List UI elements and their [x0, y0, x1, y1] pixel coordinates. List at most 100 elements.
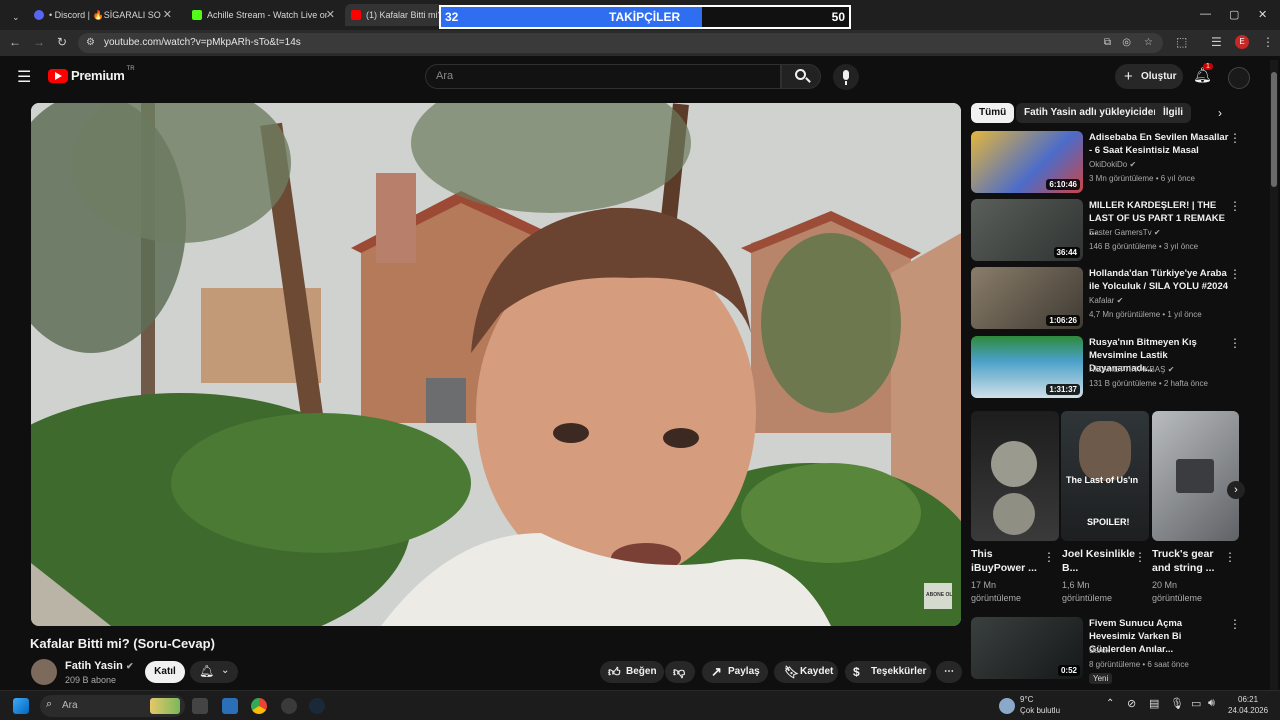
video-thumbnail[interactable]: 1:06:26 — [971, 267, 1083, 329]
url-bar[interactable]: ⚙ youtube.com/watch?v=pMkpARh-sTo&t=14s … — [78, 33, 1163, 53]
reading-list-icon[interactable]: ☰ — [1211, 35, 1222, 49]
recommendation-channel[interactable]: OkiDokiDo ✔ — [1089, 160, 1136, 169]
minimize-button[interactable]: — — [1200, 8, 1211, 20]
chevron-up-icon[interactable]: ⌃ — [1106, 698, 1114, 709]
close-tab-icon[interactable]: ✕ — [163, 8, 172, 21]
recommendation-item[interactable]: 1:31:37 Rusya'nın Bitmeyen Kış Mevsimine… — [971, 336, 1246, 400]
share-button[interactable]: ↗ Paylaş — [702, 661, 768, 683]
search-input[interactable]: Ara — [425, 64, 781, 89]
maximize-button[interactable]: ▢ — [1229, 8, 1239, 21]
channel-name[interactable]: Fatih Yasin ✔ — [65, 660, 133, 672]
site-info-icon[interactable]: ⚙ — [86, 33, 95, 53]
url-text: youtube.com/watch?v=pMkpARh-sTo&t=14s — [104, 37, 301, 48]
video-thumbnail[interactable]: 1:31:37 — [971, 336, 1083, 398]
scrollbar-thumb[interactable] — [1271, 72, 1277, 187]
more-options-icon[interactable]: ⋮ — [1229, 131, 1241, 145]
save-button[interactable]: 🔖︎ Kaydet — [774, 661, 838, 683]
short-title[interactable]: Truck's gear and string ... — [1152, 547, 1228, 575]
recommendation-channel[interactable]: Sarox — [1089, 646, 1110, 655]
logo-text: Premium — [71, 68, 125, 83]
tab-search-button[interactable]: ⌄ — [6, 6, 22, 28]
video-thumbnail[interactable]: 36:44 — [971, 199, 1083, 261]
tab-discord[interactable]: • Discord | 🔥SİGARALI SOHBET ✕ — [28, 4, 178, 26]
volume-icon[interactable]: 🔊︎ — [1208, 697, 1215, 710]
recommendation-item[interactable]: 1:06:26 Hollanda'dan Türkiye'ye Araba il… — [971, 267, 1246, 331]
share-icon: ↗ — [711, 664, 722, 679]
back-icon[interactable]: ← — [9, 35, 21, 49]
recommendation-title[interactable]: Adisebaba En Sevilen Masallar - 6 Saat K… — [1089, 131, 1229, 157]
more-options-icon[interactable]: ⋮ — [1224, 550, 1236, 564]
network-icon[interactable]: ▭ — [1191, 697, 1201, 710]
clock-date[interactable]: 24.04.2026 — [1228, 706, 1268, 715]
channel-avatar[interactable] — [31, 659, 57, 685]
more-options-icon[interactable]: ⋮ — [1043, 550, 1055, 564]
browser-menu-icon[interactable]: ⋮ — [1262, 35, 1274, 49]
short-title[interactable]: Joel Kesinlikle B... — [1062, 547, 1138, 575]
bookmark-star-icon[interactable]: ☆ — [1144, 33, 1153, 53]
steam-icon[interactable] — [309, 698, 325, 714]
recommendation-channel[interactable]: Kafalar ✔ — [1089, 296, 1123, 305]
more-actions-button[interactable]: ⋯ — [936, 661, 962, 683]
more-options-icon[interactable]: ⋮ — [1229, 617, 1241, 631]
close-window-button[interactable]: ✕ — [1258, 8, 1267, 21]
chip-all[interactable]: Tümü — [971, 103, 1015, 123]
chip-next-icon[interactable]: › — [1218, 106, 1222, 120]
reload-icon[interactable]: ↻ — [57, 35, 67, 49]
video-player[interactable]: ABONE OL — [31, 103, 961, 626]
tab-youtube[interactable]: (1) Kafalar Bitti mi? (Soru-Cevap) — [345, 4, 445, 26]
forward-icon[interactable]: → — [33, 35, 45, 49]
voice-search-button[interactable] — [833, 64, 859, 90]
app-icon[interactable] — [222, 698, 238, 714]
tray-icon[interactable]: ▤ — [1149, 697, 1159, 710]
weather-icon[interactable] — [999, 698, 1015, 714]
close-tab-icon[interactable]: ✕ — [326, 8, 335, 21]
short-thumbnail[interactable]: The Last of Us'ın SPOILER! — [1061, 411, 1149, 541]
more-options-icon[interactable]: ⋮ — [1229, 199, 1241, 213]
create-button[interactable]: + Oluştur — [1115, 64, 1183, 89]
taskbar-search[interactable]: ⌕ Ara — [40, 695, 185, 717]
microphone-icon[interactable]: 🎙︎ — [1170, 697, 1184, 710]
like-button[interactable]: 👍︎ Beğen — [600, 661, 664, 683]
recommendation-title[interactable]: Fivem Sunucu Açma Hevesimiz Varken Bi Gü… — [1089, 617, 1229, 656]
clock-time[interactable]: 06:21 — [1238, 695, 1258, 704]
recommendation-channel[interactable]: NİZAMETTİN AKBAŞ ✔ — [1089, 365, 1174, 374]
short-thumbnail[interactable] — [971, 411, 1059, 541]
notifications-button[interactable]: 🔔︎ 1 — [1193, 63, 1213, 86]
page-scrollbar[interactable] — [1270, 60, 1278, 690]
eye-off-icon[interactable]: ◎ — [1122, 33, 1131, 53]
subscription-bell-button[interactable]: 🔔︎ ⌄ — [190, 661, 238, 683]
install-icon[interactable]: ⧉ — [1104, 33, 1111, 53]
thanks-button[interactable]: $ Teşekkürler — [845, 661, 931, 683]
video-thumbnail[interactable]: 6:10:46 — [971, 131, 1083, 193]
new-badge: Yeni — [1089, 673, 1113, 684]
windows-start-icon[interactable] — [13, 698, 29, 714]
more-options-icon[interactable]: ⋮ — [1229, 336, 1241, 350]
short-title[interactable]: This iBuyPower ... — [971, 547, 1047, 575]
youtube-logo[interactable]: Premium TR — [48, 66, 135, 83]
recommendation-channel[interactable]: Easter GamersTv ✔ — [1089, 228, 1161, 237]
more-options-icon[interactable]: ⋮ — [1229, 267, 1241, 281]
join-button[interactable]: Katıl — [145, 661, 185, 683]
recommendation-title[interactable]: Hollanda'dan Türkiye'ye Araba ile Yolcul… — [1089, 267, 1229, 293]
tray-icon[interactable]: ⊘ — [1127, 697, 1136, 710]
short-thumbnail[interactable] — [1152, 411, 1239, 541]
chrome-icon[interactable] — [251, 698, 267, 714]
subscribe-watermark[interactable]: ABONE OL — [926, 592, 952, 598]
profile-avatar[interactable]: E — [1235, 35, 1249, 49]
recommendation-item[interactable]: 6:10:46 Adisebaba En Sevilen Masallar - … — [971, 131, 1246, 195]
task-view-icon[interactable] — [192, 698, 208, 714]
app-icon[interactable] — [281, 698, 297, 714]
shorts-next-button[interactable]: › — [1227, 481, 1245, 499]
recommendation-item[interactable]: 0:52 Fivem Sunucu Açma Hevesimiz Varken … — [971, 617, 1246, 684]
more-options-icon[interactable]: ⋮ — [1134, 550, 1146, 564]
video-thumbnail[interactable]: 0:52 — [971, 617, 1083, 679]
search-button[interactable] — [781, 64, 821, 89]
dislike-button[interactable]: 👎︎ — [665, 661, 695, 683]
chip-from-uploader[interactable]: Fatih Yasin adlı yükleyiciden — [1016, 103, 1168, 123]
hamburger-menu-icon[interactable]: ☰ — [17, 67, 31, 87]
recommendation-item[interactable]: 36:44 MILLER KARDEŞLER! | THE LAST OF US… — [971, 199, 1246, 263]
account-avatar[interactable] — [1228, 67, 1250, 89]
chip-related[interactable]: İlgili — [1155, 103, 1191, 123]
extensions-icon[interactable]: ⬚ — [1176, 35, 1187, 49]
tab-kick[interactable]: Achille Stream - Watch Live on Kick ✕ — [186, 4, 341, 26]
